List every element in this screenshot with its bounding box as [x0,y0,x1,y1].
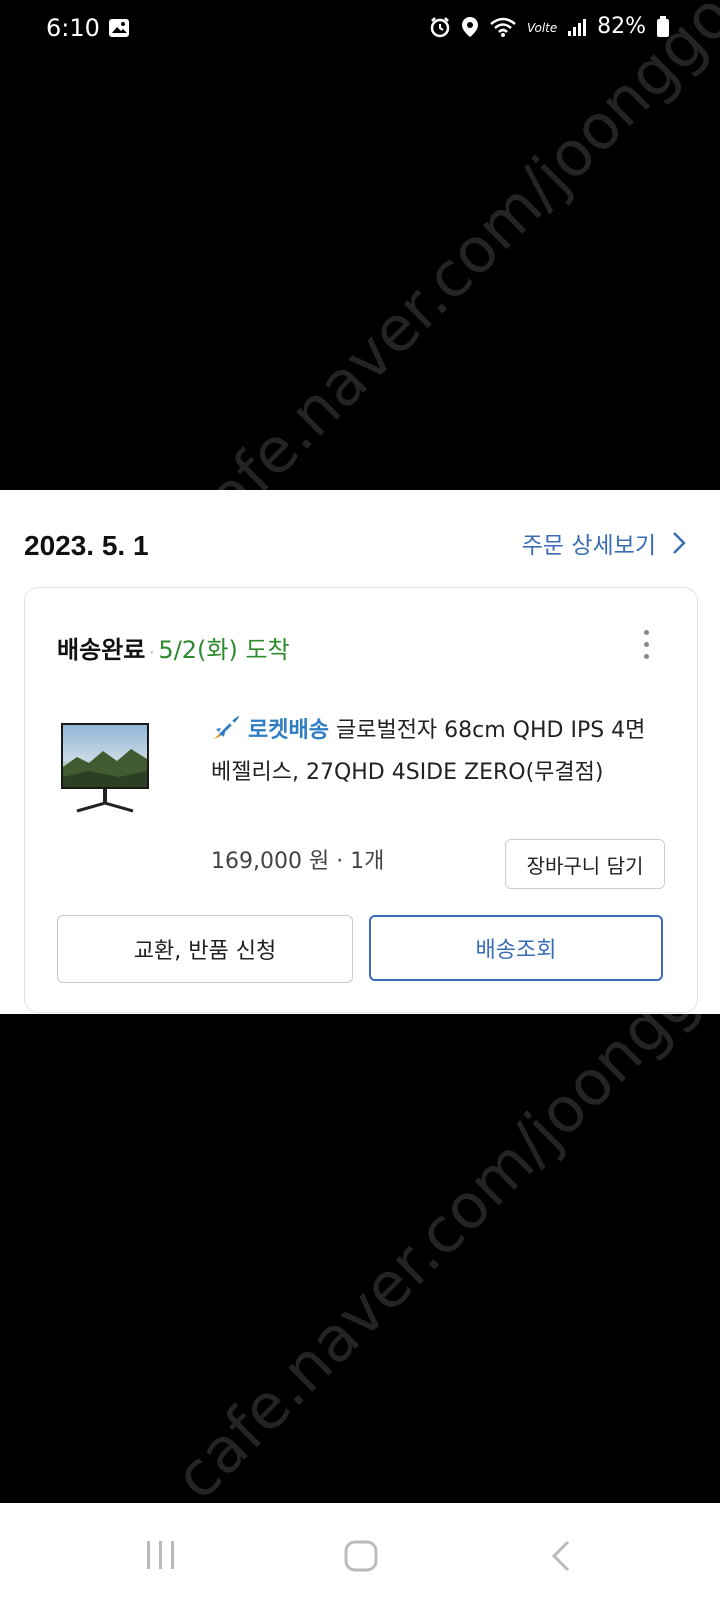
svg-text:Volte: Volte [527,21,557,35]
product-thumbnail[interactable] [59,721,151,817]
navigation-bar [0,1503,720,1600]
order-detail-link[interactable]: 주문 상세보기 [522,526,686,560]
delivery-status-label: 배송완료 [57,636,146,664]
order-detail-label: 주문 상세보기 [521,533,656,559]
track-delivery-button[interactable]: 배송조회 [369,915,663,981]
wifi-icon [490,17,516,37]
rocket-icon [214,716,239,739]
signal-icon [568,18,587,36]
gallery-notification-icon [109,19,129,37]
recent-apps-icon[interactable] [144,1539,178,1571]
add-to-cart-button[interactable]: 장바구니 담기 [505,839,665,889]
status-bar: 6:10 Volte 82% [0,0,720,60]
more-options-icon[interactable] [641,630,651,662]
order-date: 2023. 5. 1 [24,530,149,561]
product-title[interactable]: 로켓배송 글로벌전자 68cm QHD IPS 4면 베젤리스, 27QHD 4… [211,710,671,794]
arrival-date: 5/2(화) 도착 [158,636,290,664]
home-icon[interactable] [343,1539,379,1573]
product-price: 169,000 원 · 1개 [211,849,385,874]
location-icon [462,16,479,37]
status-time: 6:10 [46,14,100,42]
alarm-icon [430,16,450,37]
volte-icon: Volte [527,21,557,35]
chevron-right-icon [673,532,686,554]
delivery-status: 배송완료 · 5/2(화) 도착 [57,630,290,665]
order-card: 배송완료 · 5/2(화) 도착 로켓배송 글로벌전자 68cm QHD IPS 4… [24,587,698,1013]
watermark: cafe.naver.com/joonggonara [168,0,720,558]
rocket-delivery-label: 로켓배송 [248,718,329,743]
battery-icon [657,15,669,37]
back-icon[interactable] [550,1539,572,1573]
status-separator: · [149,643,155,662]
exchange-return-button[interactable]: 교환, 반품 신청 [57,915,353,983]
battery-percent: 82% [597,14,646,39]
